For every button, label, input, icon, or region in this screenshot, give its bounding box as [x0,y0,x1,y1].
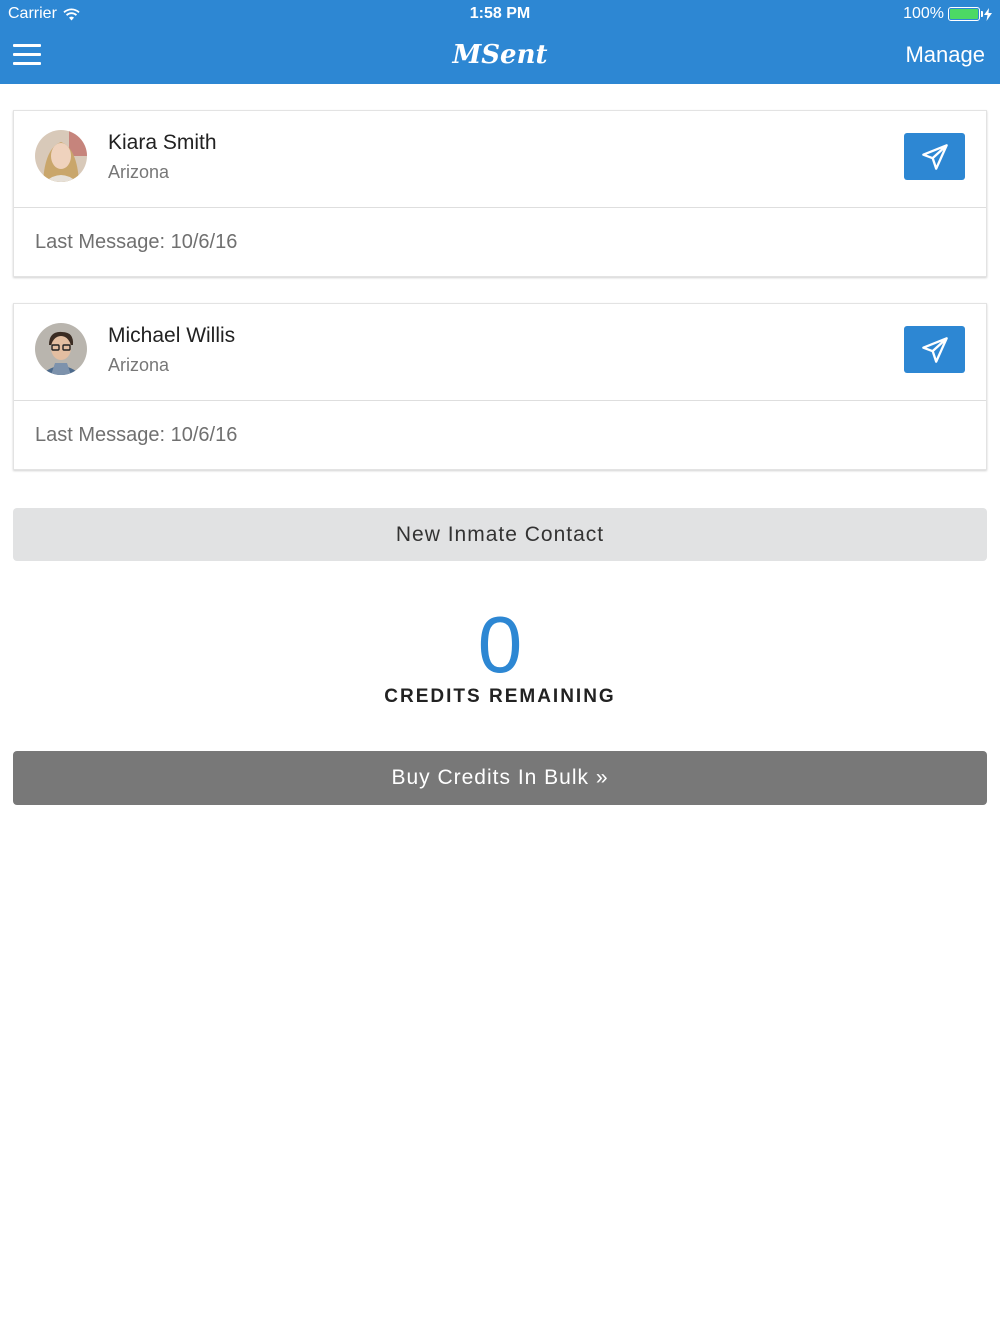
new-inmate-contact-button[interactable]: New Inmate Contact [13,508,987,561]
battery-icon [948,7,983,21]
send-message-button[interactable] [904,133,965,180]
buy-credits-button[interactable]: Buy Credits In Bulk » [13,751,987,805]
avatar [35,323,87,375]
app-title: MSent [452,40,548,70]
paper-plane-icon [921,336,948,363]
status-time: 1:58 PM [469,5,531,22]
contact-card[interactable]: Michael Willis Arizona Last Message: 10/… [13,303,987,470]
contact-name: Kiara Smith [108,131,217,154]
contact-card-header: Michael Willis Arizona [14,304,986,401]
status-bar: Carrier 1:58 PM 100% [0,0,1000,28]
contact-name: Michael Willis [108,324,236,347]
credits-label: CREDITS REMAINING [384,686,616,707]
paper-plane-icon [921,143,948,170]
status-battery-group: 100% [903,5,992,23]
contact-state: Arizona [108,162,170,182]
battery-percent: 100% [903,5,944,22]
send-message-button[interactable] [904,326,965,373]
nav-bar: MSent Manage [0,28,1000,84]
battery-fill [950,9,978,19]
contact-card-header: Kiara Smith Arizona [14,111,986,208]
contact-card[interactable]: Kiara Smith Arizona Last Message: 10/6/1… [13,110,987,277]
credits-count: 0 [477,600,523,689]
avatar [35,130,87,182]
manage-button[interactable]: Manage [905,42,985,68]
last-message: Last Message: 10/6/16 [35,424,238,446]
last-message: Last Message: 10/6/16 [35,231,238,253]
charging-bolt-icon [984,7,992,21]
contact-state: Arizona [108,355,170,375]
